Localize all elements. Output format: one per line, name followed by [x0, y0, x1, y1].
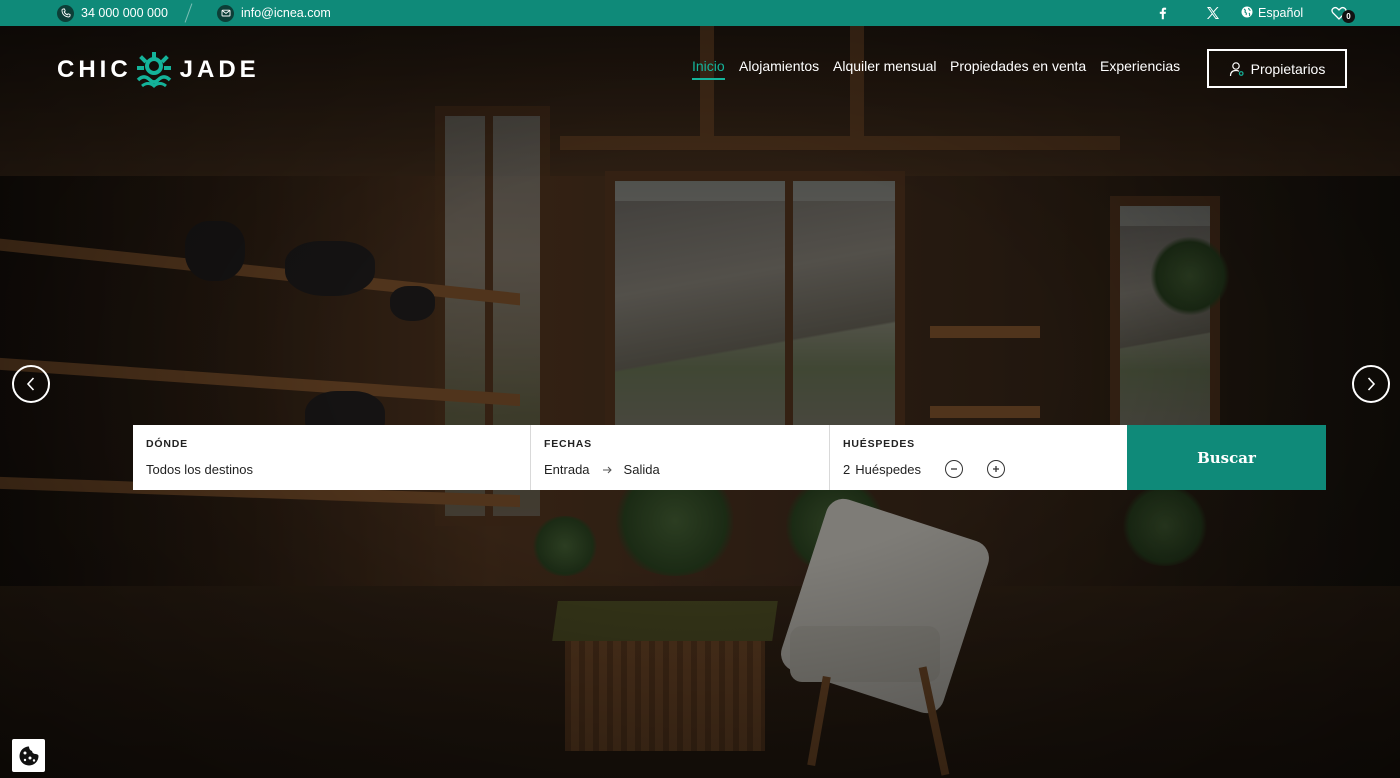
- hero-background: [0, 26, 1400, 778]
- dates-field[interactable]: FECHAS Entrada Salida: [530, 425, 829, 490]
- logo-text-right: JADE: [179, 56, 260, 83]
- email-contact[interactable]: info@icnea.com: [217, 0, 331, 26]
- search-button[interactable]: Buscar: [1127, 425, 1326, 490]
- cookie-icon: [19, 746, 38, 765]
- user-key-icon: [1229, 61, 1244, 76]
- nav-item-experiencias[interactable]: Experiencias: [1100, 58, 1180, 74]
- owners-button[interactable]: Propietarios: [1207, 49, 1347, 88]
- topbar-divider: [184, 3, 193, 23]
- guests-count: 2: [843, 461, 851, 477]
- nav-item-alojamientos[interactable]: Alojamientos: [739, 58, 819, 74]
- plus-icon: [993, 466, 1000, 472]
- guests-label: HUÉSPEDES: [843, 438, 915, 450]
- logo-text-left: CHIC: [57, 56, 132, 83]
- globe-icon: [1241, 6, 1253, 21]
- logo-mark-icon: [136, 52, 171, 88]
- arrow-right-icon: [602, 466, 612, 473]
- destination-label: DÓNDE: [146, 438, 188, 450]
- cookie-settings-button[interactable]: [12, 739, 45, 772]
- top-bar: 34 000 000 000 info@icnea.com Español 0: [0, 0, 1400, 26]
- hero-vignette: [0, 26, 1400, 778]
- nav-item-inicio[interactable]: Inicio: [692, 58, 725, 74]
- checkout-value[interactable]: Salida: [624, 462, 660, 477]
- chevron-right-icon: [1367, 377, 1376, 391]
- site-logo[interactable]: CHIC JADE: [57, 52, 260, 88]
- phone-icon: [57, 4, 74, 22]
- nav-item-alquiler-mensual[interactable]: Alquiler mensual: [833, 58, 937, 74]
- owners-button-label: Propietarios: [1250, 60, 1326, 77]
- guests-decrement-button[interactable]: [945, 460, 964, 478]
- phone-contact[interactable]: 34 000 000 000: [57, 0, 168, 26]
- carousel-next-button[interactable]: [1352, 365, 1390, 403]
- destination-value: Todos los destinos: [146, 462, 253, 477]
- carousel-prev-button[interactable]: [12, 365, 50, 403]
- destination-field[interactable]: DÓNDE Todos los destinos: [133, 425, 530, 490]
- phone-number: 34 000 000 000: [81, 6, 168, 20]
- guests-unit: Huéspedes: [855, 461, 922, 477]
- nav-active-underline: [692, 78, 725, 80]
- booking-search-form: DÓNDE Todos los destinos FECHAS Entrada …: [133, 425, 1326, 490]
- dates-label: FECHAS: [544, 438, 592, 450]
- favorites-count-badge: 0: [1342, 10, 1355, 23]
- guests-increment-button[interactable]: [987, 460, 1006, 478]
- language-selector[interactable]: Español: [1241, 0, 1303, 26]
- checkin-value[interactable]: Entrada: [544, 462, 590, 477]
- email-icon: [217, 4, 234, 22]
- chevron-left-icon: [26, 377, 35, 391]
- guests-field: HUÉSPEDES 2 Huéspedes: [829, 425, 1127, 490]
- nav-item-propiedades-en-venta[interactable]: Propiedades en venta: [950, 58, 1086, 74]
- x-twitter-icon[interactable]: [1203, 3, 1223, 23]
- email-address: info@icnea.com: [241, 6, 331, 20]
- language-label: Español: [1258, 6, 1304, 20]
- minus-icon: [951, 468, 958, 470]
- facebook-icon[interactable]: [1152, 3, 1172, 23]
